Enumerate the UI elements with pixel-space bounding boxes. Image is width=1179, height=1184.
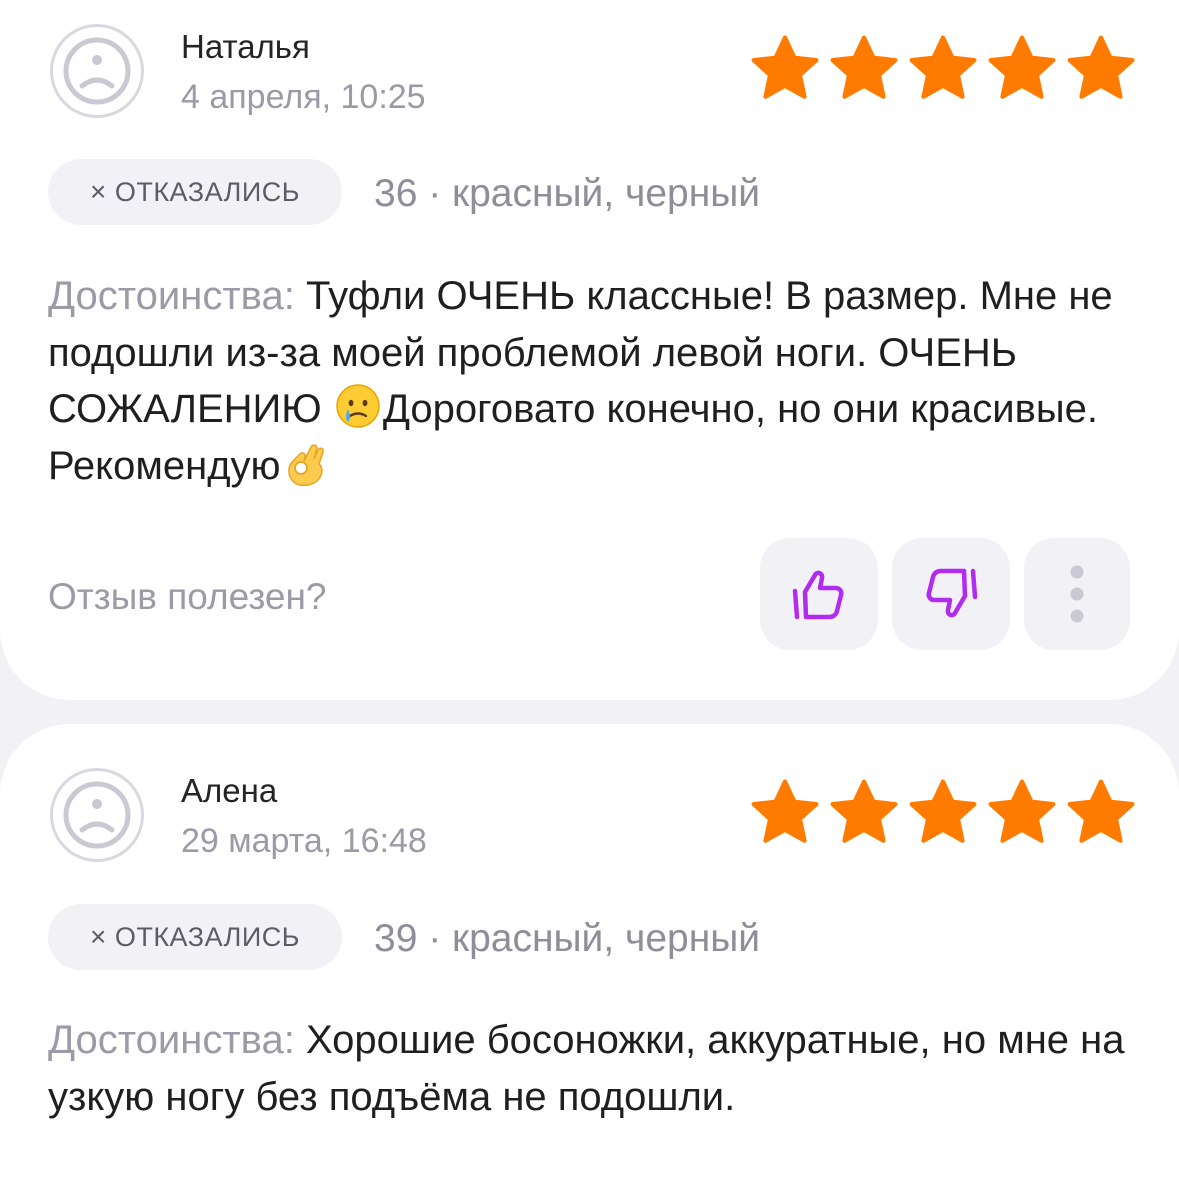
- variant-info: 36 · красный, черный: [374, 172, 761, 215]
- star-icon: [909, 779, 977, 843]
- star-icon: [1067, 779, 1135, 843]
- variant-info: 39 · красный, черный: [374, 917, 761, 960]
- more-options-button[interactable]: [1024, 538, 1130, 650]
- thumbs-up-icon: [792, 570, 844, 620]
- avatar: [50, 768, 144, 862]
- author-name: Алена: [181, 772, 278, 809]
- review-text: Достоинства: Туфли ОЧЕНЬ классные! В раз…: [48, 268, 1138, 494]
- star-icon: [988, 35, 1056, 99]
- pros-label: Достоинства:: [48, 1018, 295, 1062]
- star-icon: [909, 35, 977, 99]
- rating-stars: [748, 34, 1138, 104]
- helpful-question: Отзыв полезен?: [48, 576, 327, 617]
- status-badge: × ОТКАЗАЛИСЬ: [48, 904, 342, 970]
- star-icon: [751, 35, 819, 99]
- star-icon: [988, 779, 1056, 843]
- thumbs-down-icon: [926, 568, 978, 618]
- status-label: ОТКАЗАЛИСЬ: [114, 921, 301, 952]
- star-icon: [830, 779, 898, 843]
- review-date: 4 апреля, 10:25: [181, 78, 426, 116]
- star-icon: [751, 779, 819, 843]
- dislike-button[interactable]: [892, 538, 1010, 650]
- review-date: 29 марта, 16:48: [181, 822, 427, 860]
- review-card: Наталья 4 апреля, 10:25 × ОТКАЗАЛИСЬ 36 …: [0, 0, 1179, 700]
- star-icon: [830, 35, 898, 99]
- review-card: Алена 29 марта, 16:48 × ОТКАЗАЛИСЬ 39 · …: [0, 724, 1179, 1184]
- ok-hand-icon: [287, 443, 324, 486]
- close-icon: ×: [89, 921, 107, 952]
- more-vertical-icon: [1070, 565, 1084, 623]
- review-text: Достоинства: Хорошие босоножки, аккуратн…: [48, 1012, 1138, 1125]
- rating-stars: [748, 778, 1138, 848]
- status-badge: × ОТКАЗАЛИСЬ: [48, 159, 342, 225]
- star-icon: [1067, 35, 1135, 99]
- author-name: Наталья: [181, 28, 310, 65]
- crying-face-icon: [336, 384, 380, 428]
- like-button[interactable]: [760, 538, 878, 650]
- sad-face-icon: [63, 37, 131, 105]
- sad-face-icon: [63, 781, 131, 849]
- close-icon: ×: [89, 176, 107, 207]
- status-label: ОТКАЗАЛИСЬ: [114, 176, 301, 207]
- pros-label: Достоинства:: [48, 274, 295, 318]
- avatar: [50, 24, 144, 118]
